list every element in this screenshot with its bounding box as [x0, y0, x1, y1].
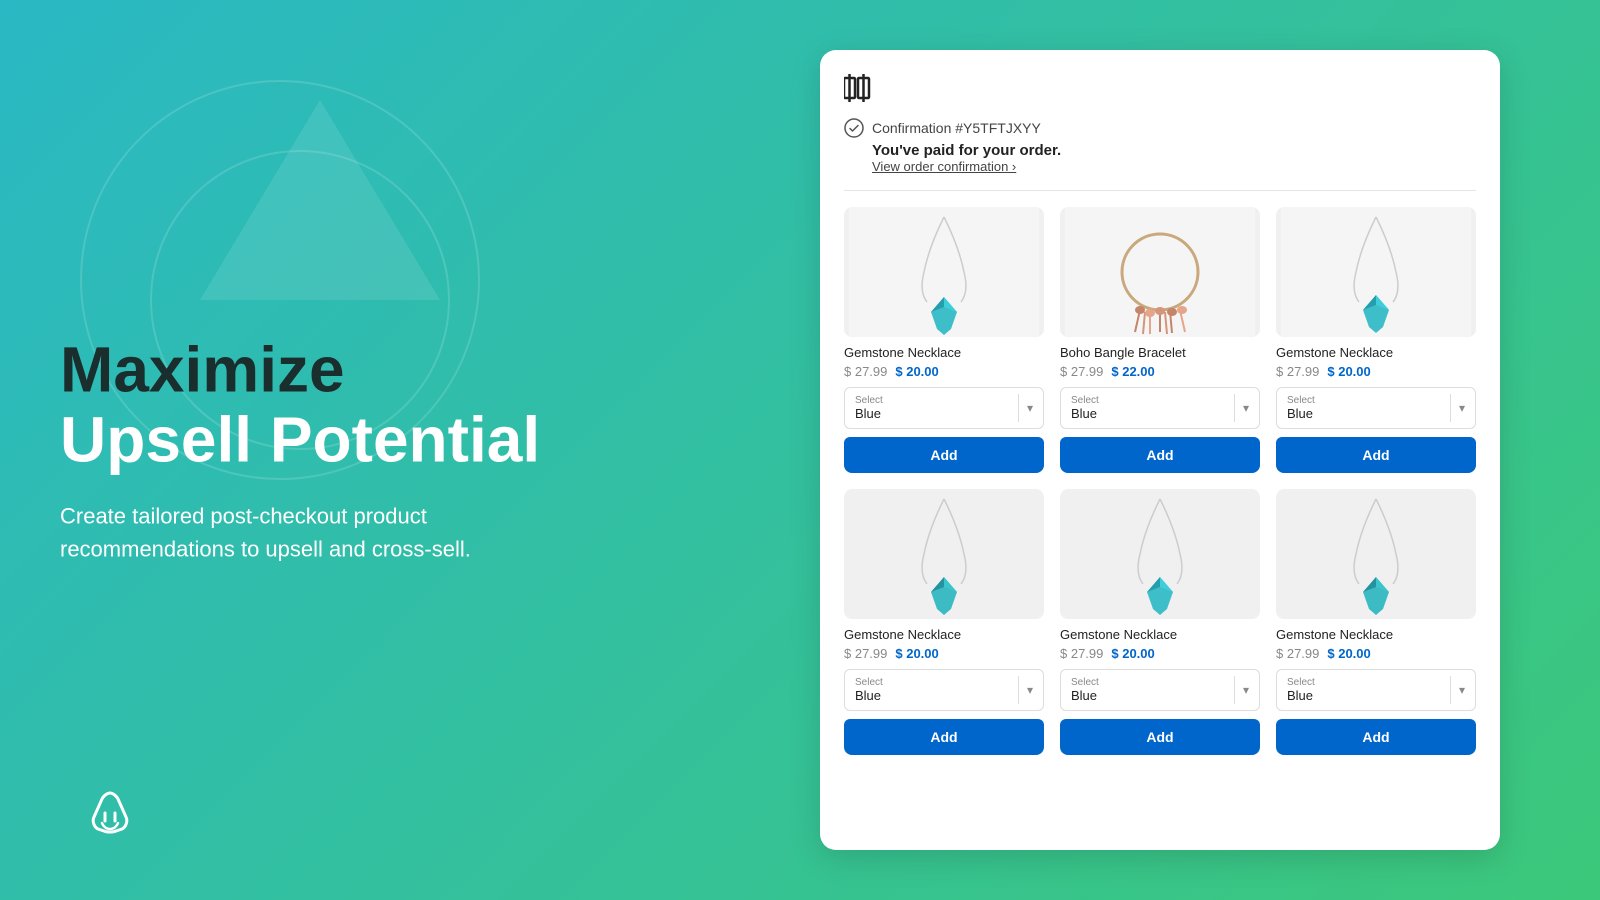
add-button-6[interactable]: Add — [1276, 719, 1476, 755]
select-value-2: Blue — [1071, 406, 1226, 421]
color-select-6[interactable]: Select Blue ▾ — [1276, 669, 1476, 711]
price-sale-1: $ 20.00 — [895, 364, 938, 379]
select-content-4: Select Blue — [855, 678, 1010, 703]
price-row-2: $ 27.99 $ 22.00 — [1060, 364, 1260, 379]
product-name-5: Gemstone Necklace — [1060, 627, 1260, 642]
header-divider — [844, 190, 1476, 191]
confirmation-number: Confirmation #Y5TFTJXYY — [872, 120, 1041, 136]
select-content-2: Select Blue — [1071, 396, 1226, 421]
add-button-1[interactable]: Add — [844, 437, 1044, 473]
select-label-4: Select — [855, 678, 1010, 688]
price-row-3: $ 27.99 $ 20.00 — [1276, 364, 1476, 379]
price-row-5: $ 27.99 $ 20.00 — [1060, 646, 1260, 661]
logo-area — [80, 785, 140, 850]
add-button-5[interactable]: Add — [1060, 719, 1260, 755]
price-original-4: $ 27.99 — [844, 646, 887, 661]
add-button-2[interactable]: Add — [1060, 437, 1260, 473]
select-divider-4 — [1018, 676, 1019, 704]
product-image-4 — [844, 489, 1044, 619]
select-label-1: Select — [855, 396, 1010, 406]
price-original-5: $ 27.99 — [1060, 646, 1103, 661]
select-content-6: Select Blue — [1287, 678, 1442, 703]
bg-triangle — [200, 100, 440, 300]
chevron-down-icon-3: ▾ — [1459, 401, 1465, 415]
select-value-5: Blue — [1071, 688, 1226, 703]
product-name-3: Gemstone Necklace — [1276, 345, 1476, 360]
price-row-4: $ 27.99 $ 20.00 — [844, 646, 1044, 661]
color-select-2[interactable]: Select Blue ▾ — [1060, 387, 1260, 429]
color-select-1[interactable]: Select Blue ▾ — [844, 387, 1044, 429]
select-value-3: Blue — [1287, 406, 1442, 421]
headline: Maximize Upsell Potential — [60, 335, 560, 476]
select-divider-2 — [1234, 394, 1235, 422]
select-value-4: Blue — [855, 688, 1010, 703]
select-divider-6 — [1450, 676, 1451, 704]
product-name-1: Gemstone Necklace — [844, 345, 1044, 360]
price-row-1: $ 27.99 $ 20.00 — [844, 364, 1044, 379]
product-card-3: Gemstone Necklace $ 27.99 $ 20.00 Select… — [1276, 207, 1476, 473]
select-content-1: Select Blue — [855, 396, 1010, 421]
price-sale-2: $ 22.00 — [1111, 364, 1154, 379]
subtext: Create tailored post-checkout product re… — [60, 499, 480, 565]
select-value-1: Blue — [855, 406, 1010, 421]
chevron-down-icon: ▾ — [1027, 401, 1033, 415]
color-select-3[interactable]: Select Blue ▾ — [1276, 387, 1476, 429]
select-content-5: Select Blue — [1071, 678, 1226, 703]
product-card-5: Gemstone Necklace $ 27.99 $ 20.00 Select… — [1060, 489, 1260, 755]
color-select-5[interactable]: Select Blue ▾ — [1060, 669, 1260, 711]
select-divider-5 — [1234, 676, 1235, 704]
price-row-6: $ 27.99 $ 20.00 — [1276, 646, 1476, 661]
select-content-3: Select Blue — [1287, 396, 1442, 421]
view-order-link[interactable]: View order confirmation › — [872, 159, 1476, 174]
price-sale-6: $ 20.00 — [1327, 646, 1370, 661]
select-label-2: Select — [1071, 396, 1226, 406]
add-button-4[interactable]: Add — [844, 719, 1044, 755]
brand-logo-icon — [80, 785, 140, 845]
select-value-6: Blue — [1287, 688, 1442, 703]
product-grid: Gemstone Necklace $ 27.99 $ 20.00 Select… — [844, 207, 1476, 755]
product-name-2: Boho Bangle Bracelet — [1060, 345, 1260, 360]
price-sale-5: $ 20.00 — [1111, 646, 1154, 661]
product-card-4: Gemstone Necklace $ 27.99 $ 20.00 Select… — [844, 489, 1044, 755]
select-label-3: Select — [1287, 396, 1442, 406]
order-paid-text: You've paid for your order. — [872, 142, 1476, 159]
check-circle-icon — [844, 118, 864, 138]
price-sale-3: $ 20.00 — [1327, 364, 1370, 379]
price-original-6: $ 27.99 — [1276, 646, 1319, 661]
price-original-2: $ 27.99 — [1060, 364, 1103, 379]
price-original-1: $ 27.99 — [844, 364, 887, 379]
order-header: Confirmation #Y5TFTJXYY You've paid for … — [844, 74, 1476, 174]
product-image-1 — [844, 207, 1044, 337]
product-card: Gemstone Necklace $ 27.99 $ 20.00 Select… — [844, 207, 1044, 473]
product-name-4: Gemstone Necklace — [844, 627, 1044, 642]
confirmation-row: Confirmation #Y5TFTJXYY — [844, 118, 1476, 138]
product-card-2: Boho Bangle Bracelet $ 27.99 $ 22.00 Sel… — [1060, 207, 1260, 473]
price-sale-4: $ 20.00 — [895, 646, 938, 661]
price-original-3: $ 27.99 — [1276, 364, 1319, 379]
product-image-2 — [1060, 207, 1260, 337]
chevron-down-icon-4: ▾ — [1027, 683, 1033, 697]
product-name-6: Gemstone Necklace — [1276, 627, 1476, 642]
chevron-down-icon-2: ▾ — [1243, 401, 1249, 415]
select-label-6: Select — [1287, 678, 1442, 688]
headline-line1: Maximize — [60, 334, 345, 406]
product-image-6 — [1276, 489, 1476, 619]
shopify-logo — [844, 74, 1476, 108]
product-image-3 — [1276, 207, 1476, 337]
select-divider-3 — [1450, 394, 1451, 422]
left-panel: Maximize Upsell Potential Create tailore… — [60, 335, 560, 566]
select-divider-1 — [1018, 394, 1019, 422]
product-card-6: Gemstone Necklace $ 27.99 $ 20.00 Select… — [1276, 489, 1476, 755]
select-label-5: Select — [1071, 678, 1226, 688]
add-button-3[interactable]: Add — [1276, 437, 1476, 473]
order-card: Confirmation #Y5TFTJXYY You've paid for … — [820, 50, 1500, 850]
chevron-down-icon-6: ▾ — [1459, 683, 1465, 697]
headline-line2: Upsell Potential — [60, 404, 540, 476]
color-select-4[interactable]: Select Blue ▾ — [844, 669, 1044, 711]
chevron-down-icon-5: ▾ — [1243, 683, 1249, 697]
product-image-5 — [1060, 489, 1260, 619]
